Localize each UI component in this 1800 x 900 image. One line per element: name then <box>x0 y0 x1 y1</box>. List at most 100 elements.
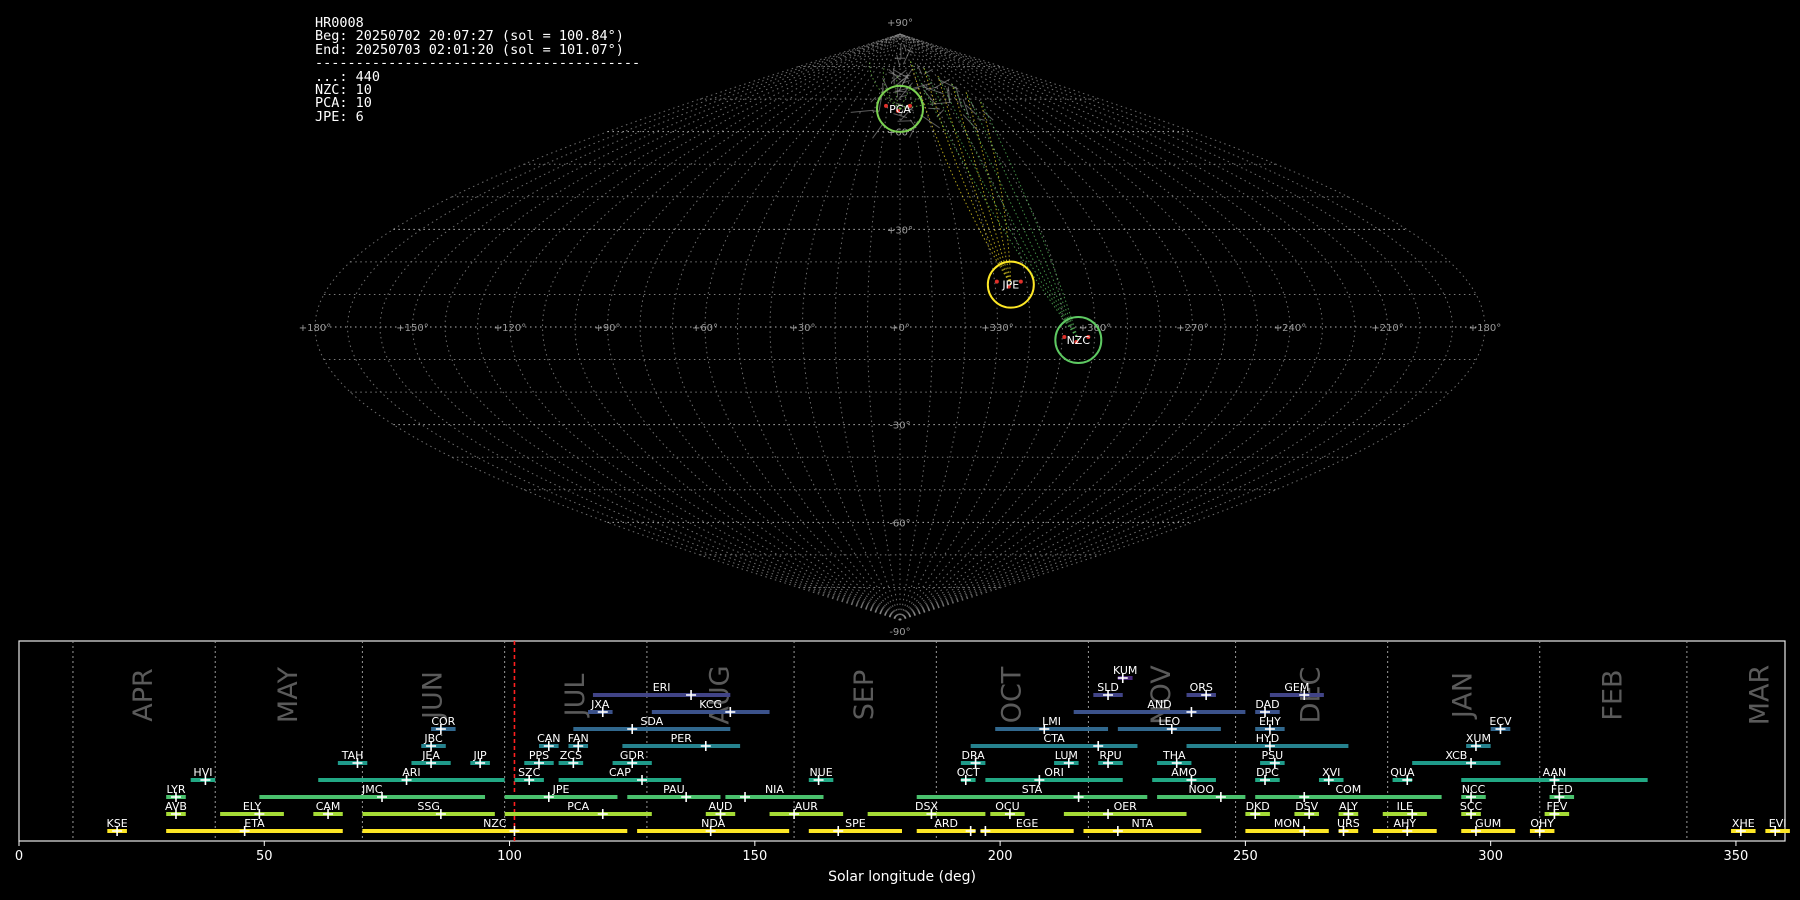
shower-label: JBC <box>423 732 443 745</box>
lon-tick-label: +150° <box>396 323 428 334</box>
shower-label: FED <box>1551 783 1573 796</box>
shower-label: ORS <box>1190 681 1213 694</box>
shower-label: PCA <box>567 800 589 813</box>
background-meteor-trail <box>872 122 884 139</box>
x-axis: 0 50 100 150 200 250 300 350 <box>15 841 1748 864</box>
x-tick-label: 150 <box>742 849 767 864</box>
month-label: JUL <box>560 674 591 719</box>
shower-label: AUD <box>708 800 732 813</box>
shower-label: GEM <box>1284 681 1309 694</box>
radiant-trail <box>979 99 1079 341</box>
lon-tick-label: +270° <box>1176 323 1208 334</box>
showers: KUM ERI SLD ORS GEM JXA KCG AND DAD COR SDA LMI LEO E… <box>107 664 1790 836</box>
shower-label: GDR <box>620 749 645 762</box>
shower-label: OCU <box>995 800 1019 813</box>
lon-tick-label: +330° <box>981 323 1013 334</box>
shower-label: ERI <box>653 681 671 694</box>
lat-tick-label: +30° <box>887 225 913 236</box>
background-meteor-trail <box>850 109 874 113</box>
shower-label: GUM <box>1475 817 1501 830</box>
shower-label: AUR <box>795 800 819 813</box>
shower-label: XUM <box>1466 732 1491 745</box>
radiant-trail <box>923 67 1012 285</box>
background-meteor-trail <box>923 68 933 75</box>
shower-label: SPE <box>845 817 866 830</box>
x-tick-label: 200 <box>988 849 1013 864</box>
shower-label: DAD <box>1255 698 1279 711</box>
shower-label: XVI <box>1322 766 1340 779</box>
x-tick-label: 100 <box>497 849 522 864</box>
radiant-trail <box>923 67 1079 341</box>
radiant-trail <box>937 75 1079 341</box>
sky-map: +180° +150° +120° +90° +60° +30° +0° +330° +300°… <box>299 18 1501 638</box>
shower-label: CAN <box>537 732 560 745</box>
shower-label: HYD <box>1256 732 1279 745</box>
radiant-trail <box>965 91 1079 341</box>
background-meteor-trail <box>977 118 985 121</box>
x-tick-label: 50 <box>256 849 273 864</box>
shower-label: NZC <box>483 817 507 830</box>
shower-label: NIA <box>765 783 784 796</box>
shower-label: KUM <box>1113 664 1137 677</box>
x-tick-label: 350 <box>1724 849 1749 864</box>
shower-label: HVI <box>193 766 212 779</box>
background-meteor-trail <box>903 43 907 51</box>
shower-label: CTA <box>1044 732 1066 745</box>
shower-label: AAN <box>1543 766 1567 779</box>
lat-tick-label: -30° <box>889 421 910 432</box>
shower-label: NDA <box>701 817 726 830</box>
month-label: FEB <box>1597 669 1628 720</box>
shower-label: ARD <box>934 817 958 830</box>
radiant-label: NZC <box>1067 334 1091 347</box>
radiant-point <box>1018 279 1023 284</box>
shower-label: NUE <box>809 766 832 779</box>
lat-tick-label: -60° <box>889 518 910 529</box>
shower-label: CAM <box>316 800 341 813</box>
shower-label: KCG <box>699 698 722 711</box>
shower-label: XCB <box>1445 749 1467 762</box>
shower-label: ETA <box>244 817 265 830</box>
shower-label: DSV <box>1295 800 1318 813</box>
radiant-trail <box>951 83 1079 341</box>
shower-label: XHE <box>1732 817 1755 830</box>
lon-tick-label: +90° <box>594 323 620 334</box>
shower-label: NTA <box>1132 817 1154 830</box>
shower-label: PER <box>671 732 693 745</box>
month-label: MAY <box>273 666 304 723</box>
shower-label: EGE <box>1016 817 1038 830</box>
shower-label: URS <box>1337 817 1360 830</box>
shower-label: QUA <box>1390 766 1415 779</box>
lon-tick-label: +240° <box>1274 323 1306 334</box>
x-tick-label: 0 <box>15 849 23 864</box>
radiant-trail <box>965 91 1012 285</box>
shower-label: SSG <box>417 800 440 813</box>
shower-label: AHY <box>1394 817 1417 830</box>
shower-label: SCC <box>1460 800 1483 813</box>
shower-label: CAP <box>609 766 631 779</box>
shower-label: STA <box>1022 783 1043 796</box>
shower-label: DPC <box>1256 766 1279 779</box>
shower-label: PPS <box>529 749 549 762</box>
radiant-point <box>994 279 999 284</box>
shower-label: ALY <box>1339 800 1358 813</box>
shower-label: NCC <box>1462 783 1486 796</box>
shower-label: FEV <box>1546 800 1567 813</box>
shower-label: ZCS <box>560 749 582 762</box>
shower-label: LUM <box>1055 749 1078 762</box>
lon-tick-label: +180° <box>299 323 331 334</box>
month-label: JAN <box>1448 672 1479 720</box>
x-axis-label: Solar longitude (deg) <box>828 869 976 885</box>
shower-label: PAU <box>663 783 685 796</box>
shower-label: AMO <box>1171 766 1197 779</box>
shower-label: NOO <box>1188 783 1214 796</box>
shower-label: COR <box>431 715 455 728</box>
shower-label: MON <box>1274 817 1300 830</box>
background-meteor-trail <box>982 110 994 121</box>
shower-label: DSX <box>915 800 938 813</box>
background-meteor-trail <box>923 89 936 104</box>
radiant-point <box>884 103 888 108</box>
background-meteor-trail <box>896 54 901 67</box>
shower-label: DRA <box>962 749 986 762</box>
shower-label: KSE <box>107 817 128 830</box>
shower-label: PSU <box>1262 749 1284 762</box>
